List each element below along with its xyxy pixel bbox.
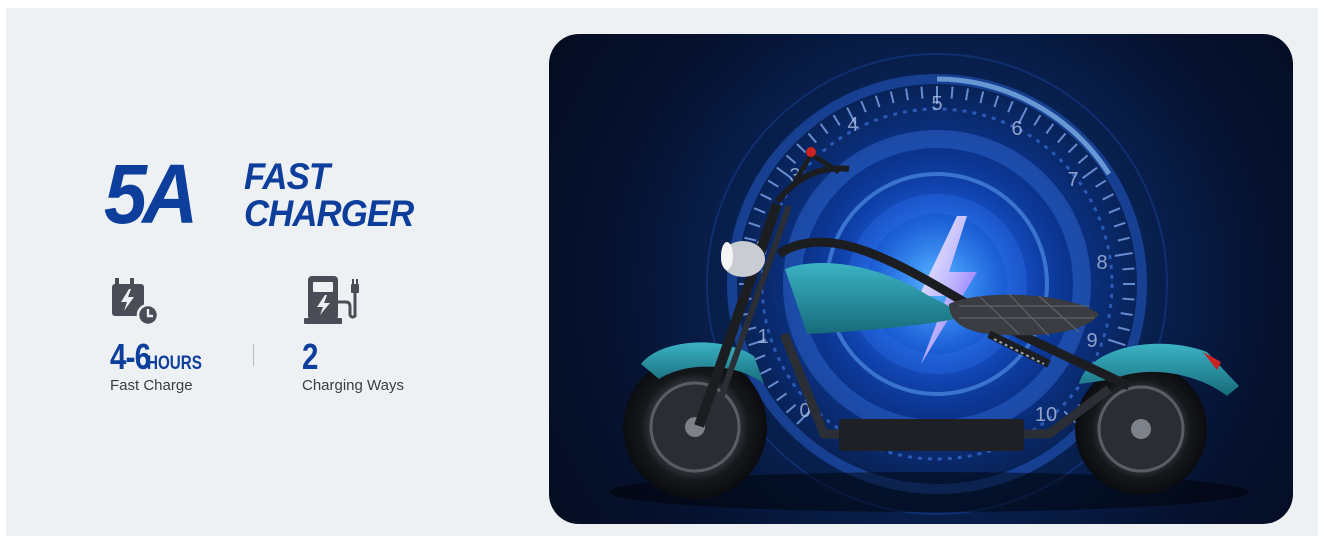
feature-charging-ways: 2 Charging Ways [300, 274, 440, 404]
speedometer-graphic: 0 1 2 3 4 5 6 7 8 9 10 [609, 53, 1249, 515]
gauge-tick [1077, 154, 1089, 164]
gauge-tick [753, 354, 766, 361]
gauge-tick [993, 95, 1000, 108]
headline-amperage: 5A [104, 147, 198, 241]
gauge-tick [905, 88, 909, 101]
gauge-tick [1007, 100, 1014, 113]
gauge-tick [1122, 267, 1135, 271]
gauge-tick [950, 86, 954, 99]
battery-clock-icon [112, 278, 160, 327]
gauge-tick [1045, 123, 1055, 135]
gauge-tick [1117, 326, 1130, 332]
gauge-tick [807, 132, 817, 144]
gauge-tick [1114, 252, 1133, 257]
gauge-tick [1082, 166, 1098, 180]
gauge-tick [1033, 114, 1042, 126]
gauge-tick [920, 86, 924, 99]
headline-line-fast: FAST [244, 156, 330, 197]
feature-unit: HOURS [147, 353, 202, 374]
gauge-tick [832, 114, 841, 126]
gauge-tick [744, 236, 757, 242]
product-photo: 0 1 2 3 4 5 6 7 8 9 10 [549, 34, 1293, 524]
charging-station-icon [304, 276, 359, 324]
gauge-tick [979, 91, 985, 104]
gauge-number-6: 6 [1011, 118, 1022, 140]
gauge-tick [767, 380, 779, 389]
gauge-number-1: 1 [757, 326, 768, 348]
gauge-tick [785, 154, 797, 164]
gauge-tick [785, 404, 797, 414]
gauge-tick [1120, 312, 1133, 316]
gauge-tick [1113, 221, 1126, 228]
gauge-tick [889, 91, 895, 104]
gauge-tick [1095, 179, 1107, 188]
gauge-tick [860, 100, 867, 113]
gauge-tick [874, 95, 881, 108]
gauge-number-10: 10 [1035, 404, 1057, 426]
gauge-number-5: 5 [931, 93, 942, 115]
headline-line-charger: CHARGER [244, 193, 414, 234]
gauge-tick [1102, 193, 1114, 201]
gauge-tick [965, 88, 969, 101]
gauge-tick [819, 123, 829, 135]
gauge-tick [1107, 338, 1126, 347]
gauge-tick [796, 143, 807, 154]
gauge-tick [776, 392, 788, 402]
gauge-tick [767, 179, 779, 188]
gauge-number-4: 4 [847, 114, 858, 136]
gauge-tick [1117, 236, 1130, 242]
gauge-tick [1057, 132, 1067, 144]
feature-value: 2 [302, 336, 318, 377]
headline: 5A FAST CHARGER [104, 150, 444, 240]
feature-value: 4-6 [110, 336, 151, 377]
gauge-tick [1067, 143, 1078, 154]
gauge-tick [1122, 297, 1135, 301]
gauge-tick [753, 207, 766, 214]
gauge-number-9: 9 [1086, 330, 1097, 352]
feature-fast-charge: 4-6HOURS Fast Charge [110, 275, 250, 405]
gauge-tick [760, 367, 772, 375]
gauge-tick [760, 193, 772, 201]
gauge-tick [748, 221, 761, 228]
feature-caption: Fast Charge [110, 377, 193, 394]
gauge-tick [1108, 207, 1121, 214]
feature-caption: Charging Ways [302, 377, 404, 394]
feature-divider [253, 344, 254, 366]
gauge-number-8: 8 [1096, 252, 1107, 274]
gauge-number-7: 7 [1067, 169, 1078, 191]
